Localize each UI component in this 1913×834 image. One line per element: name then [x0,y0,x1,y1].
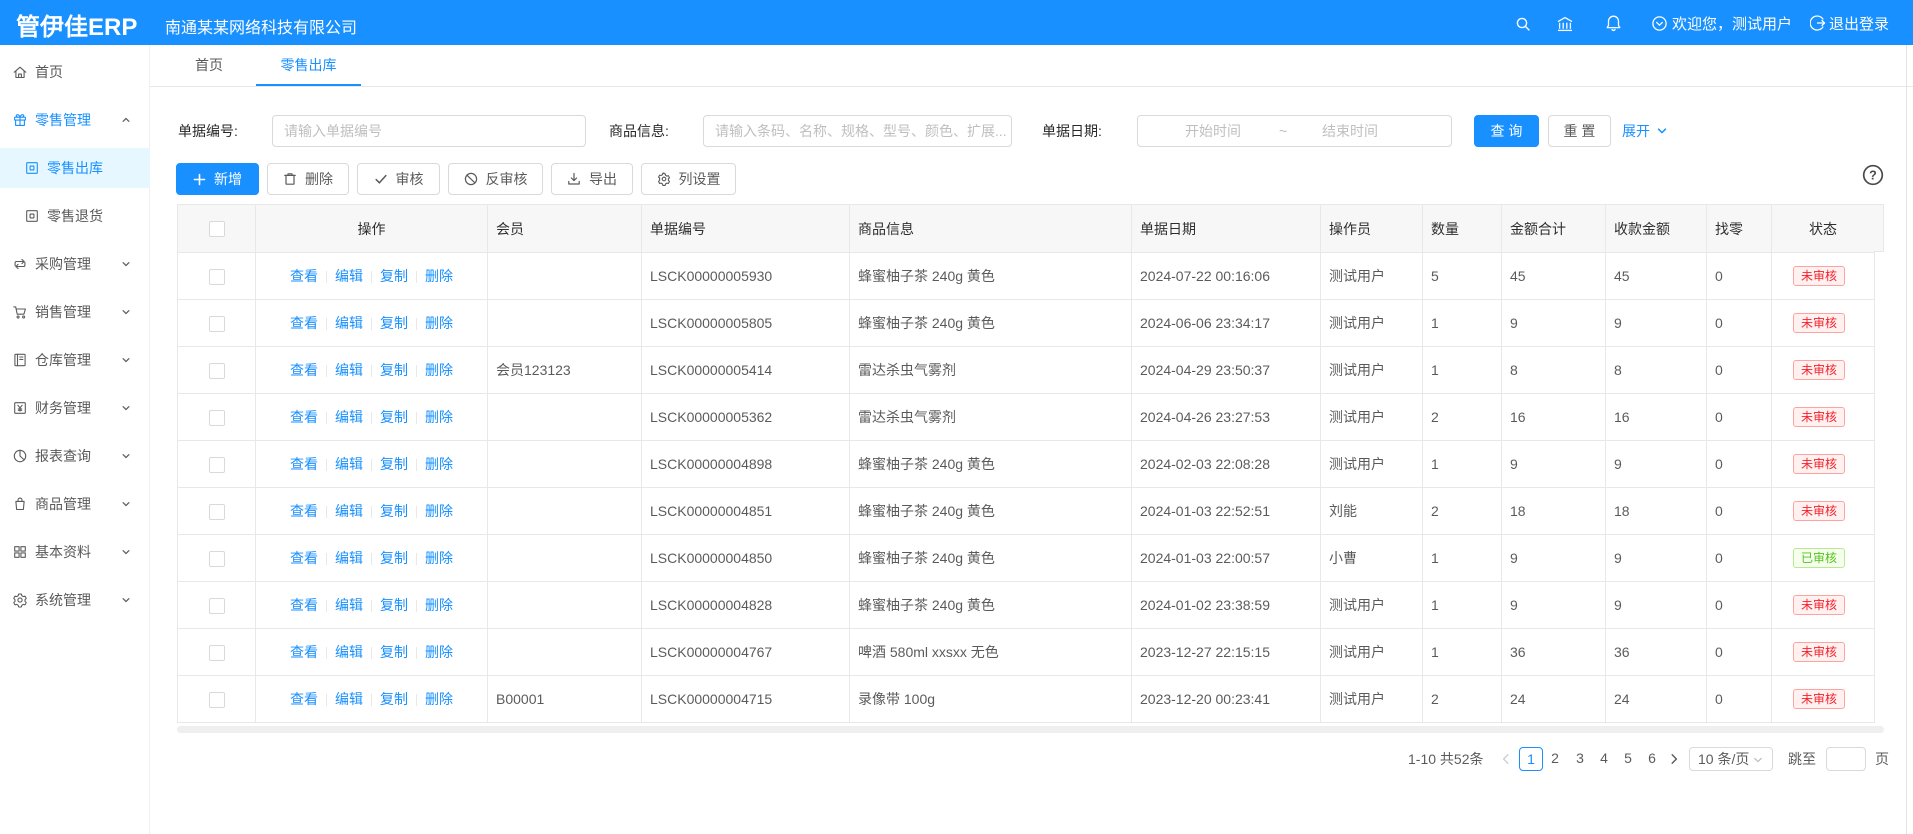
svg-text:?: ? [1869,169,1877,183]
